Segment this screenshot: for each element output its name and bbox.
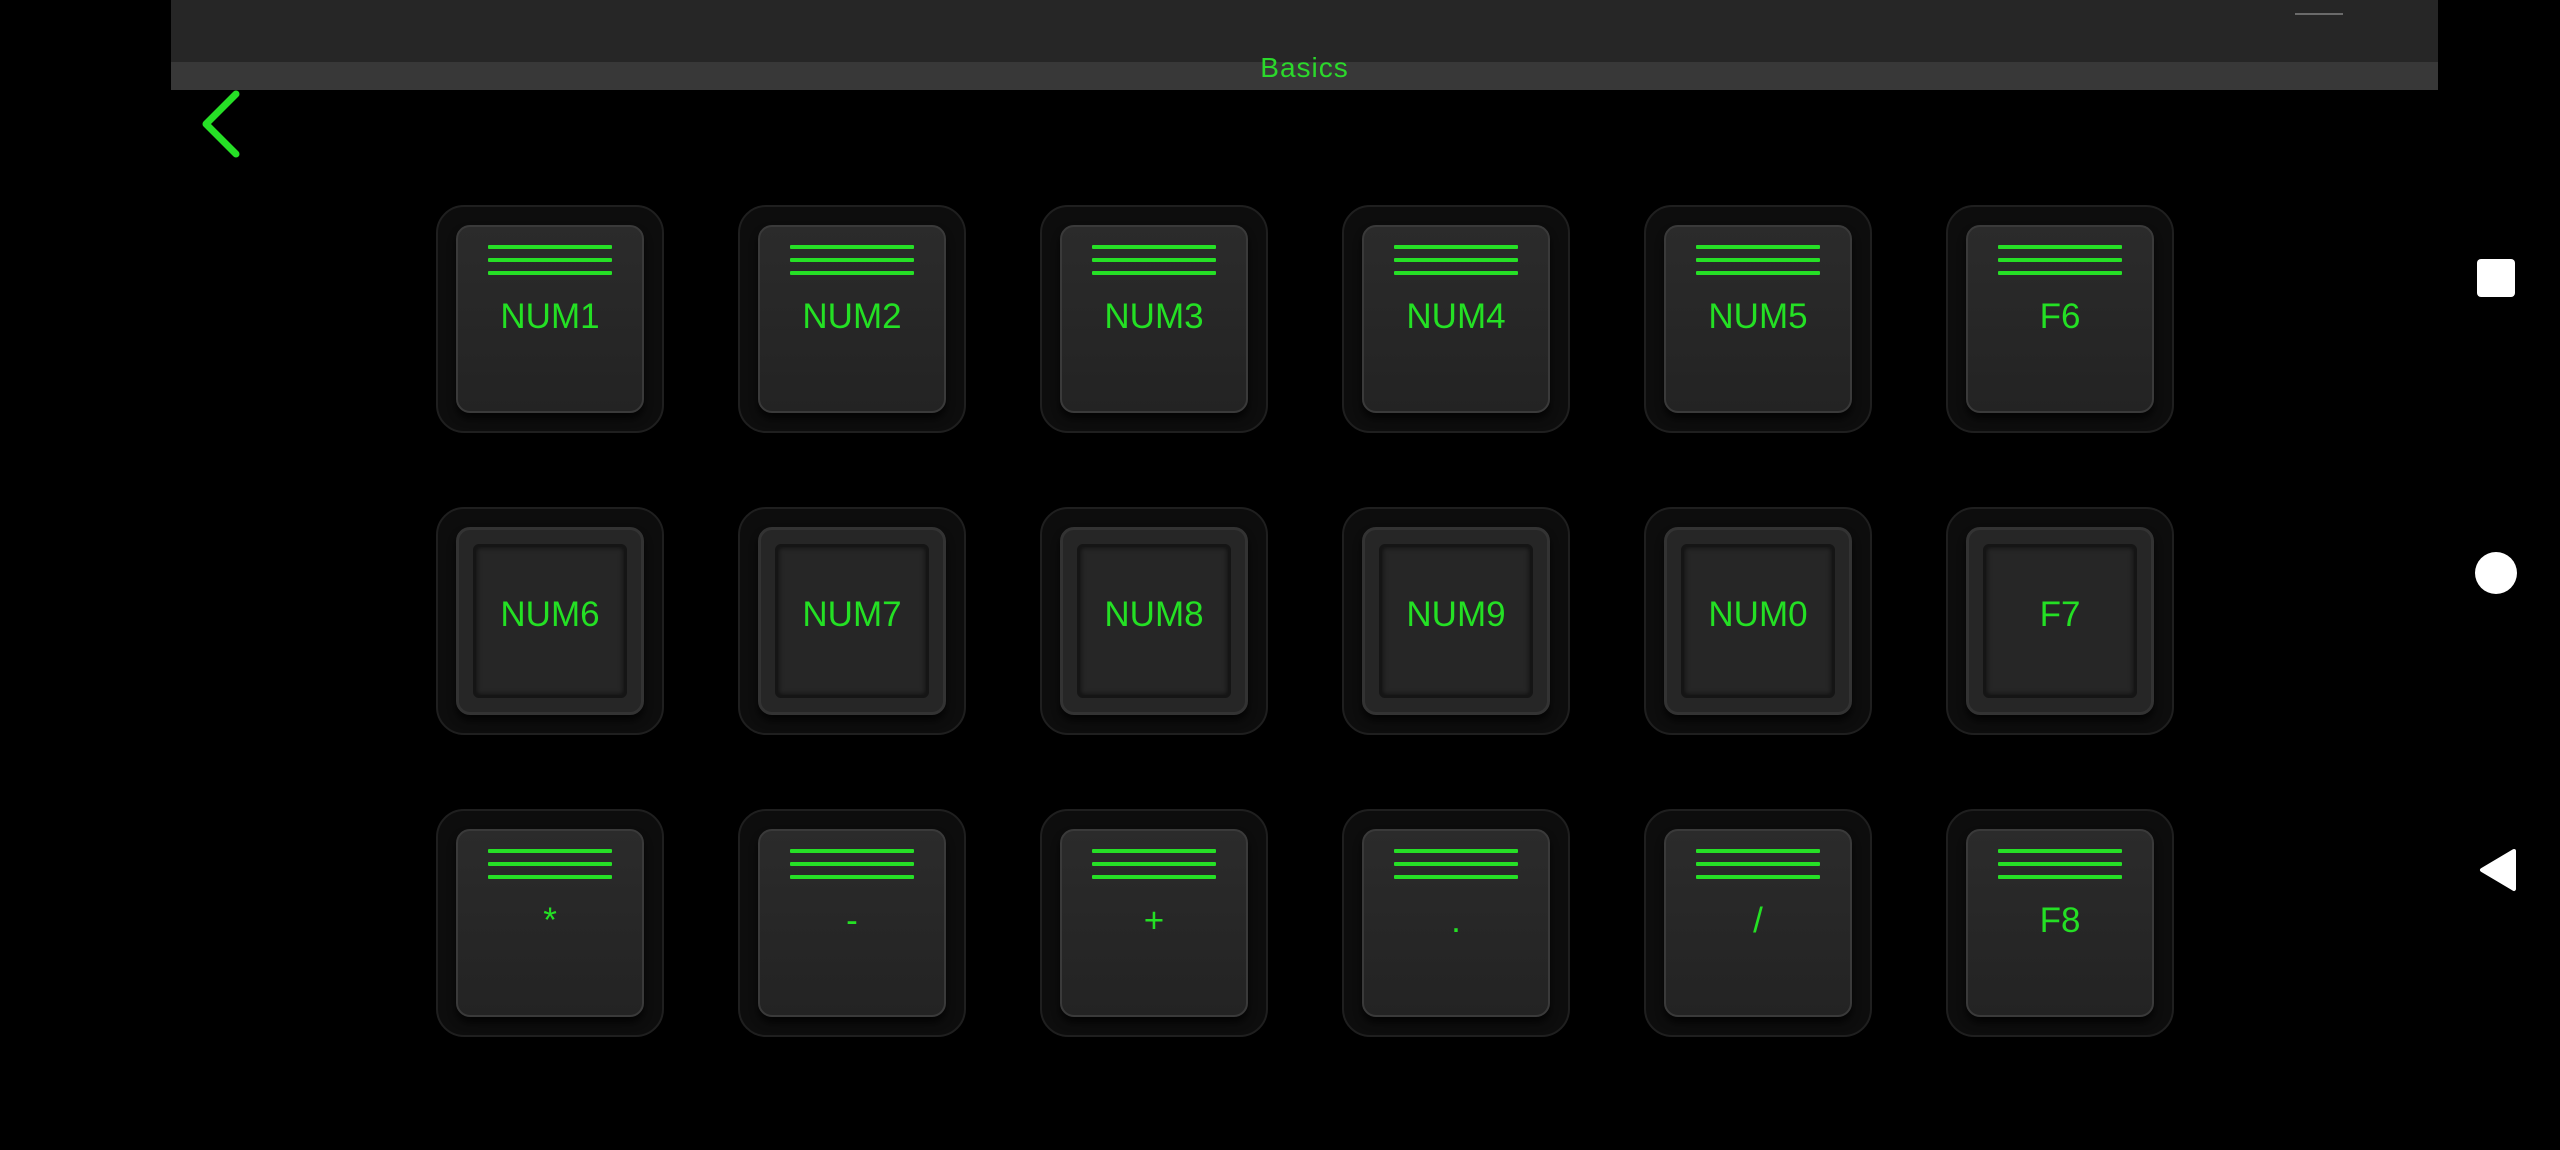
key-label: NUM8 bbox=[1104, 595, 1204, 634]
key-stripes bbox=[1092, 849, 1216, 885]
key-label: . bbox=[1451, 901, 1461, 940]
key-stripes bbox=[1998, 245, 2122, 281]
key-num9[interactable]: NUM9 bbox=[1342, 507, 1570, 735]
key-label: NUM0 bbox=[1708, 595, 1808, 634]
key-num1[interactable]: NUM1 bbox=[436, 205, 664, 433]
key-multiply[interactable]: * bbox=[436, 809, 664, 1037]
key-plus[interactable]: + bbox=[1040, 809, 1268, 1037]
key-label: + bbox=[1143, 901, 1165, 940]
key-stripes bbox=[790, 245, 914, 281]
page-title: Basics bbox=[1260, 52, 1349, 83]
key-label: NUM2 bbox=[802, 297, 902, 336]
key-label: F8 bbox=[2039, 901, 2081, 940]
key-stripes bbox=[1394, 245, 1518, 281]
home-circle-icon[interactable] bbox=[2475, 552, 2517, 594]
key-label: NUM1 bbox=[500, 297, 600, 336]
key-stripes bbox=[1696, 849, 1820, 885]
key-stripes bbox=[1092, 245, 1216, 281]
key-label: NUM6 bbox=[500, 595, 600, 634]
key-label: / bbox=[1753, 901, 1763, 940]
key-stripes bbox=[488, 849, 612, 885]
top-bar-handle bbox=[2295, 13, 2343, 15]
key-stripes bbox=[1394, 849, 1518, 885]
triangle-back-icon bbox=[2480, 849, 2516, 891]
key-label: - bbox=[846, 901, 858, 940]
key-label: * bbox=[543, 901, 557, 940]
key-decimal[interactable]: . bbox=[1342, 809, 1570, 1037]
key-label: F7 bbox=[2039, 595, 2081, 634]
key-label: NUM3 bbox=[1104, 297, 1204, 336]
key-label: F6 bbox=[2039, 297, 2081, 336]
key-stripes bbox=[1998, 849, 2122, 885]
key-label: NUM7 bbox=[802, 595, 902, 634]
key-num2[interactable]: NUM2 bbox=[738, 205, 966, 433]
key-num7[interactable]: NUM7 bbox=[738, 507, 966, 735]
key-f6[interactable]: F6 bbox=[1946, 205, 2174, 433]
key-label: NUM5 bbox=[1708, 297, 1808, 336]
key-label: NUM4 bbox=[1406, 297, 1506, 336]
key-f7[interactable]: F7 bbox=[1946, 507, 2174, 735]
recents-square-icon[interactable] bbox=[2477, 259, 2515, 297]
key-num0[interactable]: NUM0 bbox=[1644, 507, 1872, 735]
key-num5[interactable]: NUM5 bbox=[1644, 205, 1872, 433]
key-num6[interactable]: NUM6 bbox=[436, 507, 664, 735]
key-num3[interactable]: NUM3 bbox=[1040, 205, 1268, 433]
key-divide[interactable]: / bbox=[1644, 809, 1872, 1037]
key-stripes bbox=[790, 849, 914, 885]
key-num4[interactable]: NUM4 bbox=[1342, 205, 1570, 433]
key-num8[interactable]: NUM8 bbox=[1040, 507, 1268, 735]
key-f8[interactable]: F8 bbox=[1946, 809, 2174, 1037]
chevron-left-icon bbox=[202, 90, 240, 158]
nav-back-triangle-icon[interactable] bbox=[2476, 848, 2518, 892]
back-button[interactable] bbox=[196, 88, 252, 160]
key-stripes bbox=[488, 245, 612, 281]
app-root: Basics NUM1 NUM2 NUM3 NUM4 NUM5 F6 NUM6 … bbox=[0, 0, 2560, 1150]
key-label: NUM9 bbox=[1406, 595, 1506, 634]
key-stripes bbox=[1696, 245, 1820, 281]
key-minus[interactable]: - bbox=[738, 809, 966, 1037]
